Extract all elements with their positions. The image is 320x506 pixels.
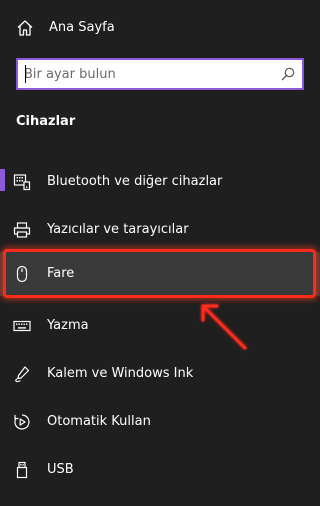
mouse-icon xyxy=(16,265,28,283)
section-title: Cihazlar xyxy=(16,114,76,129)
nav-item-label: Yazıcılar ve tarayıcılar xyxy=(47,222,189,237)
bluetooth-devices-icon xyxy=(13,174,31,191)
nav-item-printers[interactable]: Yazıcılar ve tarayıcılar xyxy=(0,208,320,252)
nav-item-label: Yazma xyxy=(47,318,89,333)
nav-item-label: Kalem ve Windows Ink xyxy=(47,366,194,381)
nav-item-typing[interactable]: Yazma xyxy=(0,304,320,348)
search-input[interactable] xyxy=(24,66,274,82)
home-nav-item[interactable]: Ana Sayfa xyxy=(0,10,320,46)
home-label: Ana Sayfa xyxy=(49,20,115,35)
autoplay-icon xyxy=(14,414,30,430)
pen-icon xyxy=(15,366,30,383)
nav-item-pen[interactable]: Kalem ve Windows Ink xyxy=(0,352,320,396)
keyboard-icon xyxy=(13,320,31,332)
usb-icon xyxy=(16,461,28,479)
selected-indicator xyxy=(0,169,5,191)
nav-item-label: Fare xyxy=(47,266,75,281)
nav-item-mouse[interactable]: Fare xyxy=(0,252,320,296)
nav-item-label: Bluetooth ve diğer cihazlar xyxy=(47,174,223,189)
nav-item-label: USB xyxy=(47,462,74,477)
search-icon[interactable] xyxy=(280,66,296,82)
nav-item-label: Otomatik Kullan xyxy=(47,414,151,429)
nav-item-bluetooth[interactable]: Bluetooth ve diğer cihazlar xyxy=(0,160,320,204)
nav-item-usb[interactable]: USB xyxy=(0,448,320,492)
nav-item-autoplay[interactable]: Otomatik Kullan xyxy=(0,400,320,444)
text-caret xyxy=(25,65,26,83)
home-icon xyxy=(17,20,33,36)
printer-icon xyxy=(13,222,31,238)
search-box[interactable] xyxy=(16,58,304,90)
